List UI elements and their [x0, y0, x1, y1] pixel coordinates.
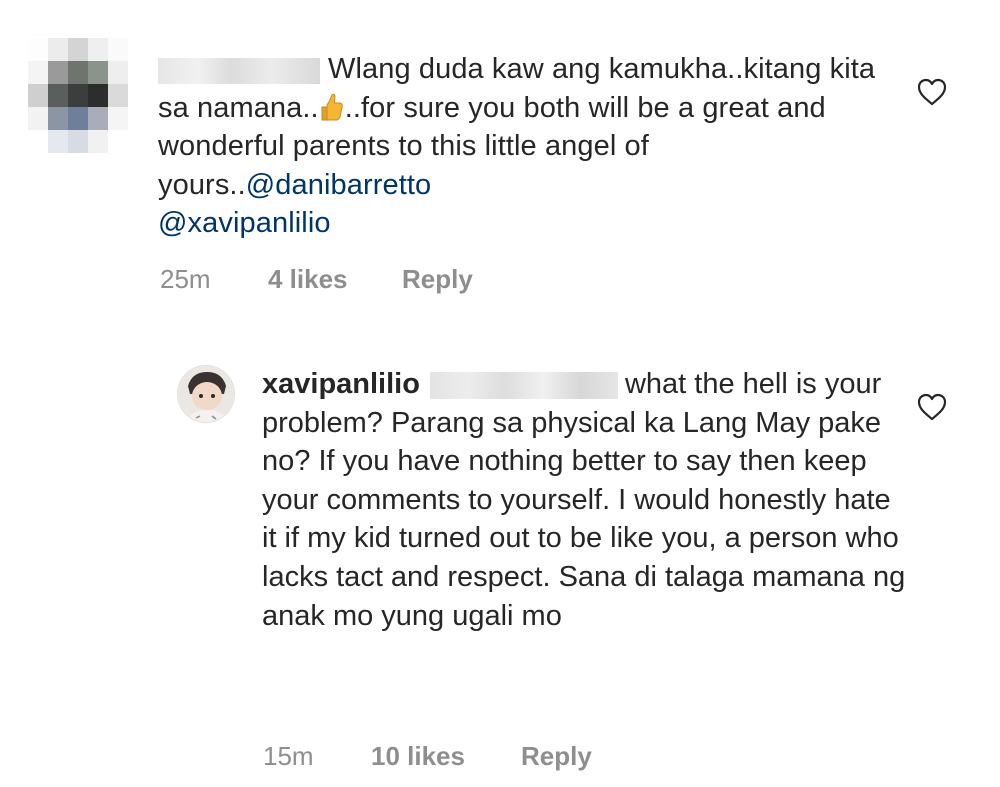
reply-username[interactable]: xavipanlilio: [262, 368, 420, 400]
avatar[interactable]: [28, 38, 128, 153]
reply-meta: 15m 10 likes Reply: [263, 741, 592, 772]
redacted-username: [429, 372, 618, 399]
likes-count[interactable]: 10 likes: [371, 741, 521, 772]
reply-timestamp[interactable]: 15m: [263, 741, 371, 772]
likes-count[interactable]: 4 likes: [268, 264, 402, 295]
mention-link[interactable]: @danibarretto: [246, 169, 432, 201]
heart-outline-icon[interactable]: [917, 393, 947, 421]
avatar[interactable]: [177, 365, 235, 423]
comment-meta: 25m 4 likes Reply: [160, 264, 473, 295]
reply-body: what the hell is your problem? Parang sa…: [262, 368, 906, 632]
reply-button[interactable]: Reply: [521, 741, 592, 772]
comment-text: Wlang duda kaw ang kamukha..kitang kita …: [158, 50, 898, 243]
thumbs-up-emoji-icon: [321, 93, 343, 121]
comment-timestamp[interactable]: 25m: [160, 264, 268, 295]
reply-text: xavipanlilio what the hell is your proble…: [262, 365, 912, 635]
heart-outline-icon[interactable]: [917, 78, 947, 106]
comment-thread: Wlang duda kaw ang kamukha..kitang kita …: [0, 0, 1000, 787]
mention-link[interactable]: @xavipanlilio: [158, 207, 331, 239]
redacted-username: [158, 58, 320, 84]
reply-button[interactable]: Reply: [402, 264, 473, 295]
